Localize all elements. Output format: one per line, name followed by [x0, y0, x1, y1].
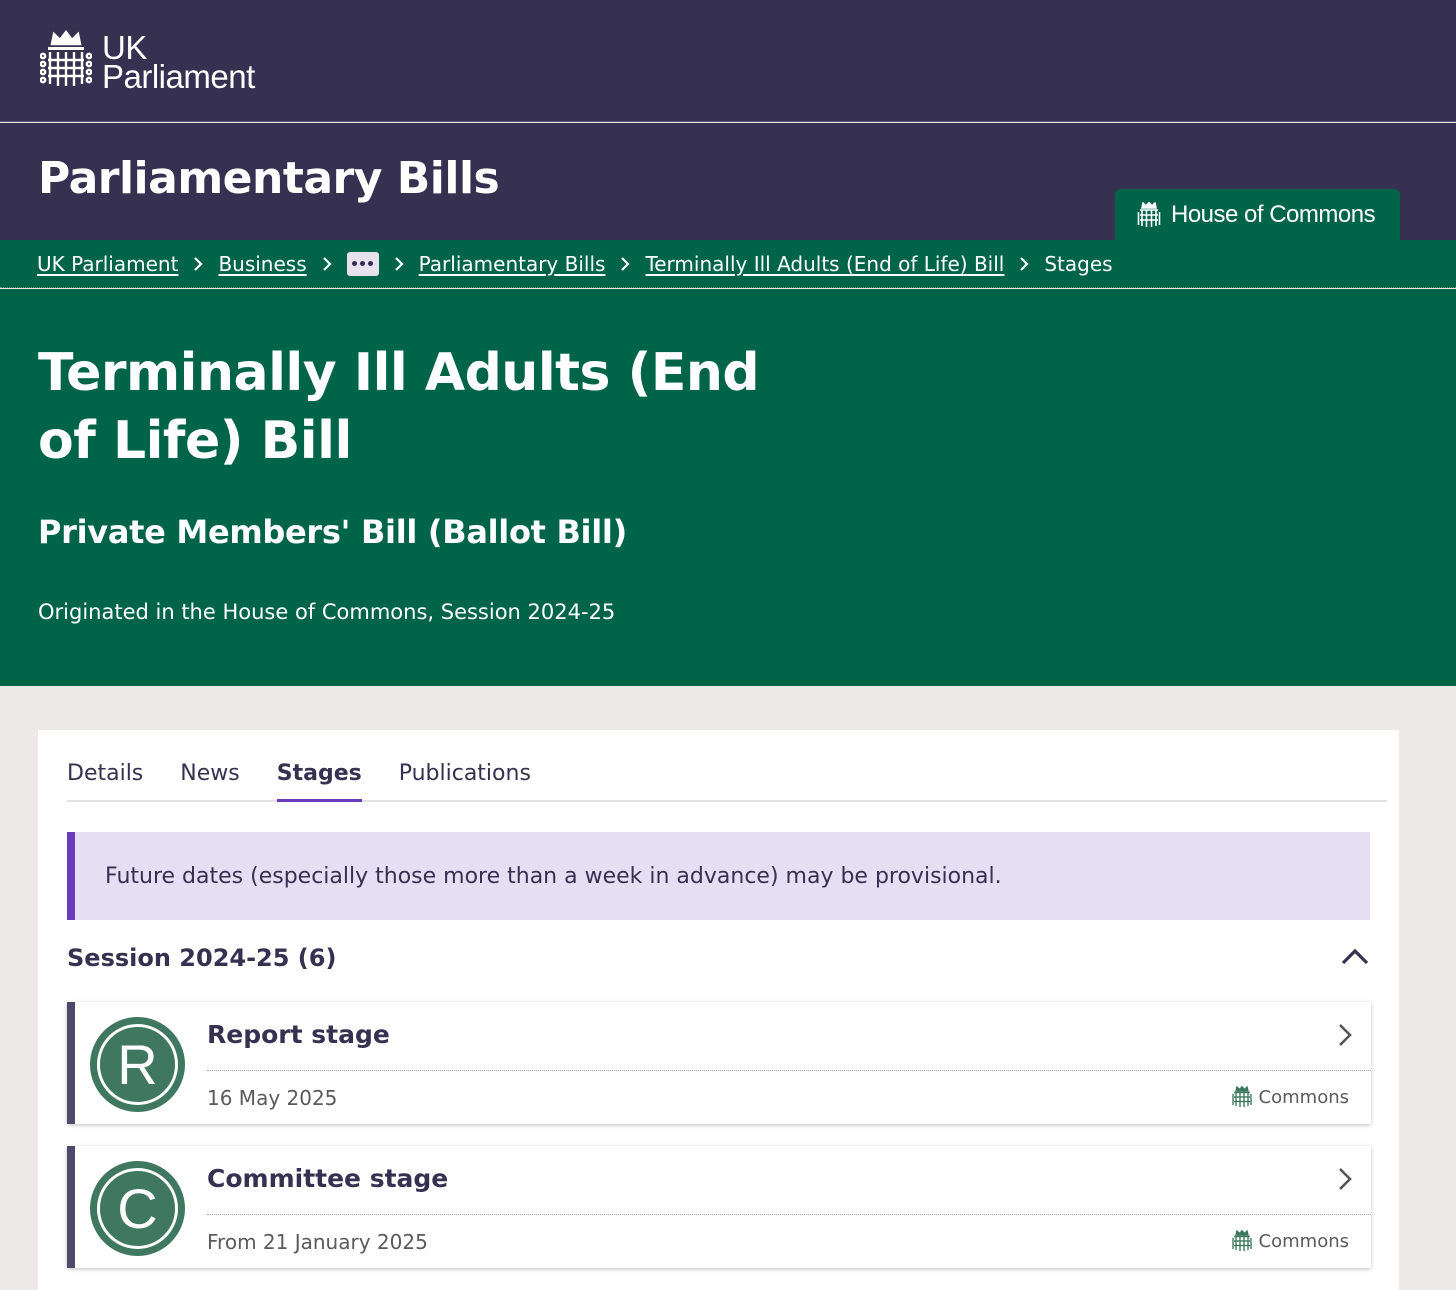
stage-house-label: Commons [1258, 1230, 1349, 1252]
stage-house: Commons [1231, 1086, 1349, 1108]
tab-publications[interactable]: Publications [399, 761, 531, 800]
stage-badge: C [90, 1161, 185, 1256]
stage-divider [207, 1070, 1371, 1071]
tab-details[interactable]: Details [67, 761, 143, 800]
logo-line2: Parliament [102, 58, 255, 95]
chevron-right-icon [391, 254, 407, 274]
stage-date: From 21 January 2025 [207, 1230, 428, 1254]
logo-text: UK Parliament [102, 31, 255, 95]
bill-type: Private Members' Bill (Ballot Bill) [38, 513, 627, 551]
stage-badge: R [90, 1017, 185, 1112]
bill-hero: Terminally Ill Adults (End of Life) Bill… [0, 289, 1456, 686]
stage-letter: C [97, 1168, 178, 1249]
stage-title[interactable]: Report stage [207, 1020, 390, 1049]
bill-title: Terminally Ill Adults (End of Life) Bill [38, 343, 760, 471]
stage-title[interactable]: Committee stage [207, 1164, 448, 1193]
breadcrumb: UK Parliament Business Parliamentary Bil… [0, 240, 1456, 288]
stage-card-report[interactable]: R Report stage 16 May 2025 Commons [67, 1002, 1371, 1124]
chevron-right-icon [1016, 254, 1032, 274]
stage-date: 16 May 2025 [207, 1086, 338, 1110]
breadcrumb-business[interactable]: Business [218, 252, 306, 276]
house-of-commons-tab[interactable]: House of Commons [1115, 189, 1400, 240]
section-bar: Parliamentary Bills House of Commons [0, 123, 1456, 240]
chevron-right-icon [319, 254, 335, 274]
session-header[interactable]: Session 2024-25 (6) [67, 938, 1370, 978]
breadcrumb-expand-button[interactable] [346, 251, 379, 276]
stage-card-committee[interactable]: C Committee stage From 21 January 2025 C… [67, 1146, 1371, 1268]
tab-news[interactable]: News [180, 761, 239, 800]
breadcrumb-bill[interactable]: Terminally Ill Adults (End of Life) Bill [645, 252, 1004, 276]
uk-parliament-logo[interactable]: UK Parliament [40, 30, 255, 95]
stage-house-label: Commons [1258, 1086, 1349, 1108]
chevron-right-icon [617, 254, 633, 274]
provisional-dates-notice: Future dates (especially those more than… [67, 832, 1370, 920]
chevron-right-icon[interactable] [1337, 1166, 1353, 1196]
portcullis-icon [40, 30, 92, 86]
ellipsis-icon [360, 261, 366, 266]
ellipsis-icon [368, 261, 374, 266]
ellipsis-icon [352, 261, 358, 266]
stage-divider [207, 1214, 1371, 1215]
portcullis-icon [1231, 1230, 1252, 1251]
stage-house: Commons [1231, 1230, 1349, 1252]
tab-bar: Details News Stages Publications [67, 730, 1387, 802]
chevron-right-icon[interactable] [1337, 1022, 1353, 1052]
chevron-right-icon [190, 254, 206, 274]
session-title: Session 2024-25 (6) [67, 944, 337, 972]
top-bar: UK Parliament [0, 0, 1456, 122]
stage-letter: R [97, 1024, 178, 1105]
chevron-up-icon[interactable] [1340, 946, 1370, 970]
breadcrumb-current: Stages [1044, 251, 1113, 276]
house-tab-label: House of Commons [1171, 200, 1376, 228]
breadcrumb-uk-parliament[interactable]: UK Parliament [37, 252, 178, 276]
tab-stages[interactable]: Stages [276, 761, 362, 802]
bill-origin: Originated in the House of Commons, Sess… [38, 600, 616, 624]
section-title[interactable]: Parliamentary Bills [38, 153, 500, 204]
content-card: Details News Stages Publications Future … [38, 730, 1399, 1290]
portcullis-icon [1137, 201, 1161, 227]
portcullis-icon [1231, 1086, 1252, 1107]
breadcrumb-parliamentary-bills[interactable]: Parliamentary Bills [419, 252, 606, 276]
